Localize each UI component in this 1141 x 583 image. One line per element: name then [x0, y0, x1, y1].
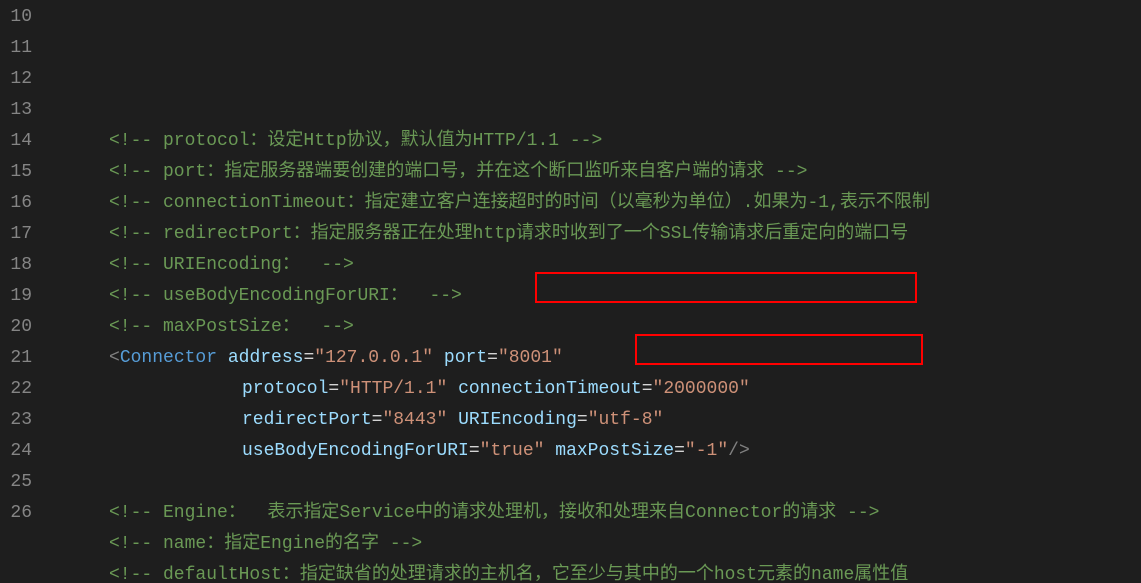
line-number: 11 — [0, 33, 32, 64]
line-number: 13 — [0, 95, 32, 126]
code-line[interactable]: <!-- protocol：设定Http协议，默认值为HTTP/1.1 --> — [54, 126, 1141, 157]
line-number: 23 — [0, 405, 32, 436]
code-line[interactable] — [54, 467, 1141, 498]
code-line[interactable]: <!-- port：指定服务器端要创建的端口号，并在这个断口监听来自客户端的请求… — [54, 157, 1141, 188]
line-number: 21 — [0, 343, 32, 374]
code-line[interactable]: <!-- defaultHost：指定缺省的处理请求的主机名，它至少与其中的一个… — [54, 560, 1141, 583]
line-number: 25 — [0, 467, 32, 498]
line-number: 15 — [0, 157, 32, 188]
code-line[interactable]: redirectPort="8443" URIEncoding="utf-8" — [54, 405, 1141, 436]
line-number: 19 — [0, 281, 32, 312]
code-line[interactable]: <Connector address="127.0.0.1" port="800… — [54, 343, 1141, 374]
line-number: 20 — [0, 312, 32, 343]
code-line[interactable]: <!-- connectionTimeout：指定建立客户连接超时的时间（以毫秒… — [54, 188, 1141, 219]
line-number: 14 — [0, 126, 32, 157]
code-line[interactable]: <!-- name：指定Engine的名字 --> — [54, 529, 1141, 560]
line-number: 10 — [0, 2, 32, 33]
line-number: 17 — [0, 219, 32, 250]
line-number: 24 — [0, 436, 32, 467]
code-line[interactable]: protocol="HTTP/1.1" connectionTimeout="2… — [54, 374, 1141, 405]
code-line[interactable]: <!-- URIEncoding： --> — [54, 250, 1141, 281]
code-editor[interactable]: 1011121314151617181920212223242526 <!-- … — [0, 0, 1141, 583]
line-number: 22 — [0, 374, 32, 405]
code-line[interactable]: <!-- redirectPort：指定服务器正在处理http请求时收到了一个S… — [54, 219, 1141, 250]
code-line[interactable]: useBodyEncodingForURI="true" maxPostSize… — [54, 436, 1141, 467]
line-number: 26 — [0, 498, 32, 529]
line-number: 18 — [0, 250, 32, 281]
line-number: 12 — [0, 64, 32, 95]
code-area[interactable]: <!-- protocol：设定Http协议，默认值为HTTP/1.1 --><… — [50, 0, 1141, 583]
code-line[interactable]: <!-- maxPostSize： --> — [54, 312, 1141, 343]
line-number: 16 — [0, 188, 32, 219]
code-line[interactable]: <!-- useBodyEncodingForURI： --> — [54, 281, 1141, 312]
code-line[interactable]: <!-- Engine： 表示指定Service中的请求处理机，接收和处理来自C… — [54, 498, 1141, 529]
line-number-gutter: 1011121314151617181920212223242526 — [0, 0, 50, 583]
